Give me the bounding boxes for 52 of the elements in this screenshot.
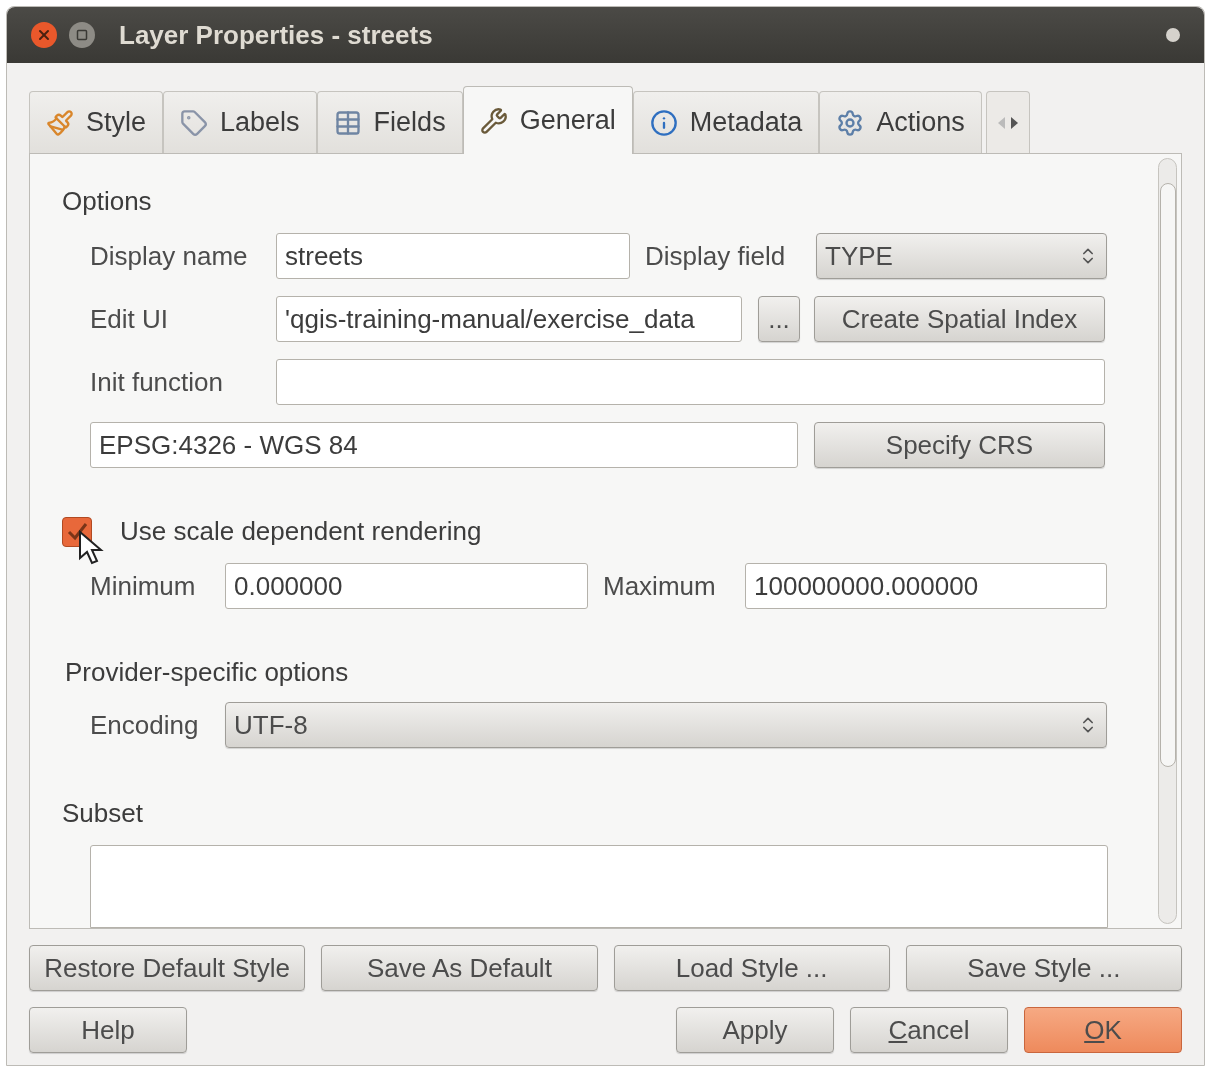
display-field-dropdown[interactable]: TYPE bbox=[816, 233, 1107, 279]
scroll-right-icon[interactable] bbox=[1009, 116, 1018, 129]
create-spatial-index-button[interactable]: Create Spatial Index bbox=[814, 296, 1105, 342]
init-function-field[interactable] bbox=[276, 359, 1105, 405]
specify-crs-button[interactable]: Specify CRS bbox=[814, 422, 1105, 468]
tab[interactable]: Metadata bbox=[632, 91, 820, 153]
close-button[interactable] bbox=[31, 22, 57, 48]
dialog-button[interactable]: Cancel bbox=[850, 1007, 1008, 1053]
dialog-button[interactable]: Help bbox=[29, 1007, 187, 1053]
field-label: Minimum bbox=[90, 569, 197, 603]
dialog-button[interactable]: OK bbox=[1024, 1007, 1182, 1053]
field-label: Encoding bbox=[90, 708, 200, 742]
gears-icon bbox=[836, 108, 865, 137]
section-title: Provider-specific options bbox=[65, 656, 350, 689]
table-icon bbox=[333, 108, 362, 137]
dialog-button[interactable]: Apply bbox=[676, 1007, 834, 1053]
minimum-field[interactable]: 0.000000 bbox=[225, 563, 588, 609]
field-label: Display field bbox=[645, 239, 787, 273]
browse-button[interactable]: ... bbox=[758, 296, 800, 342]
minimize-button[interactable] bbox=[69, 22, 95, 48]
section-title: Options bbox=[62, 185, 153, 218]
info-icon bbox=[649, 108, 678, 137]
subset-text-area[interactable] bbox=[90, 845, 1108, 928]
close-icon bbox=[36, 27, 52, 43]
window-title: Layer Properties - streets bbox=[119, 18, 433, 52]
tab[interactable]: General bbox=[462, 86, 633, 154]
display-name-field[interactable]: streets bbox=[276, 233, 630, 279]
style-button[interactable]: Save As Default bbox=[321, 945, 598, 991]
wrench-icon bbox=[479, 106, 508, 135]
minimize-icon bbox=[76, 29, 88, 41]
mouse-cursor-icon bbox=[78, 530, 104, 566]
encoding-dropdown[interactable]: UTF-8 bbox=[225, 702, 1107, 748]
field-label: Maximum bbox=[603, 569, 717, 603]
style-button[interactable]: Restore Default Style bbox=[29, 945, 306, 991]
tab[interactable]: Labels bbox=[163, 91, 317, 153]
tab[interactable]: Style bbox=[29, 91, 164, 153]
section-title: Subset bbox=[62, 797, 144, 830]
crs-field[interactable]: EPSG:4326 - WGS 84 bbox=[90, 422, 798, 468]
style-button[interactable]: Save Style ... bbox=[905, 945, 1182, 991]
tab[interactable]: Fields bbox=[316, 91, 463, 153]
style-button[interactable]: Load Style ... bbox=[613, 945, 890, 991]
paintbrush-icon bbox=[46, 108, 74, 137]
tab[interactable]: Actions bbox=[819, 91, 982, 153]
field-label: Edit UI bbox=[90, 302, 170, 336]
tag-icon bbox=[180, 108, 209, 137]
maximum-field[interactable]: 100000000.000000 bbox=[745, 563, 1107, 609]
checkmark-icon bbox=[66, 521, 88, 542]
checkbox-label: Use scale dependent rendering bbox=[120, 515, 482, 548]
field-label: Display name bbox=[90, 239, 249, 273]
edit-ui-field[interactable]: 'qgis-training-manual/exercise_data bbox=[276, 296, 742, 342]
field-label: Init function bbox=[90, 365, 224, 399]
vertical-scrollbar[interactable] bbox=[1158, 158, 1177, 924]
